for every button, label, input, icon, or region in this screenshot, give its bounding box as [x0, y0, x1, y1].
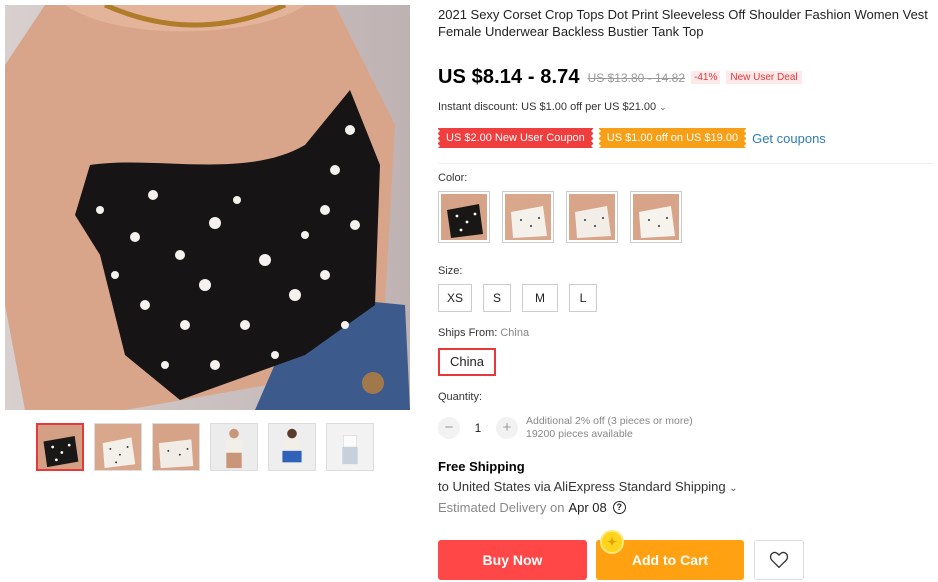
chevron-down-icon: ⌄ [729, 483, 738, 494]
bulk-discount-text: Additional 2% off (3 pieces or more) [526, 415, 693, 427]
quantity-stepper: − 1 + Additional 2% off (3 pieces or mor… [438, 415, 693, 441]
color-option-white-dot-3[interactable] [630, 191, 682, 243]
stock-available-text: 19200 pieces available [526, 428, 633, 440]
ships-from-china-button[interactable]: China [438, 348, 496, 376]
size-label: Size: [438, 265, 463, 277]
quantity-decrease-button[interactable]: − [438, 417, 460, 439]
price-row: US $8.14 - 8.74 US $13.80 - 14.82 -41% N… [438, 66, 802, 89]
instant-discount[interactable]: Instant discount: US $1.00 off per US $2… [438, 101, 667, 113]
estimated-delivery: Estimated Delivery on Apr 08 ? [438, 500, 626, 515]
heart-icon [769, 551, 789, 569]
size-options: XS S M L [438, 284, 598, 312]
thumbnail-4[interactable] [210, 423, 258, 471]
buy-now-button[interactable]: Buy Now [438, 540, 587, 580]
action-buttons: Buy Now ✦ Add to Cart [438, 530, 804, 580]
ships-from-label: Ships From: China [438, 327, 529, 339]
discount-badge: -41% [691, 71, 721, 84]
free-shipping-title: Free Shipping [438, 459, 525, 474]
quantity-increase-button[interactable]: + [496, 417, 518, 439]
thumbnail-5[interactable] [268, 423, 316, 471]
shipping-method-text: to United States via AliExpress Standard… [438, 479, 726, 494]
quantity-info: Additional 2% off (3 pieces or more) 192… [526, 415, 693, 441]
thumbnail-6[interactable] [326, 423, 374, 471]
original-price: US $13.80 - 14.82 [587, 70, 685, 85]
thumbnail-3[interactable] [152, 423, 200, 471]
delivery-date: Apr 08 [568, 500, 607, 515]
chevron-down-icon: ⌄ [659, 102, 667, 112]
thumbnail-strip [36, 423, 374, 471]
store-coupon[interactable]: US $1.00 off on US $19.00 [596, 128, 749, 148]
coupon-row: US $2.00 New User Coupon US $1.00 off on… [436, 128, 826, 148]
estimated-delivery-label: Estimated Delivery on [438, 500, 565, 515]
instant-discount-text: Instant discount: US $1.00 off per US $2… [438, 101, 657, 113]
add-to-cart-label: Add to Cart [631, 552, 709, 568]
color-label: Color: [438, 172, 468, 184]
size-l-button[interactable]: L [569, 284, 598, 312]
shipping-method[interactable]: to United States via AliExpress Standard… [438, 479, 738, 494]
ships-from-value: China [500, 327, 530, 339]
current-price: US $8.14 - 8.74 [438, 66, 580, 88]
color-option-black-dot[interactable] [438, 191, 490, 243]
main-product-image[interactable] [5, 5, 410, 410]
quantity-value[interactable]: 1 [460, 421, 496, 435]
size-m-button[interactable]: M [522, 284, 559, 312]
color-option-white-dot-1[interactable] [502, 191, 554, 243]
wishlist-button[interactable] [754, 540, 804, 580]
get-coupons-link[interactable]: Get coupons [752, 131, 826, 146]
divider [438, 163, 933, 164]
color-options [438, 191, 682, 243]
help-icon[interactable]: ? [612, 501, 626, 514]
color-option-white-dot-2[interactable] [566, 191, 618, 243]
quantity-label: Quantity: [438, 391, 483, 403]
new-user-coupon[interactable]: US $2.00 New User Coupon [436, 128, 595, 148]
ships-from-text: Ships From: [438, 327, 498, 339]
add-to-cart-button[interactable]: ✦ Add to Cart [596, 530, 744, 580]
thumbnail-1[interactable] [36, 423, 84, 471]
product-title: 2021 Sexy Corset Crop Tops Dot Print Sle… [438, 7, 928, 39]
new-user-deal-badge: New User Deal [726, 71, 802, 84]
size-s-button[interactable]: S [483, 284, 512, 312]
thumbnail-2[interactable] [94, 423, 142, 471]
size-xs-button[interactable]: XS [438, 284, 473, 312]
coin-icon: ✦ [600, 530, 624, 554]
product-info-panel: 2021 Sexy Corset Crop Tops Dot Print Sle… [436, 6, 933, 580]
